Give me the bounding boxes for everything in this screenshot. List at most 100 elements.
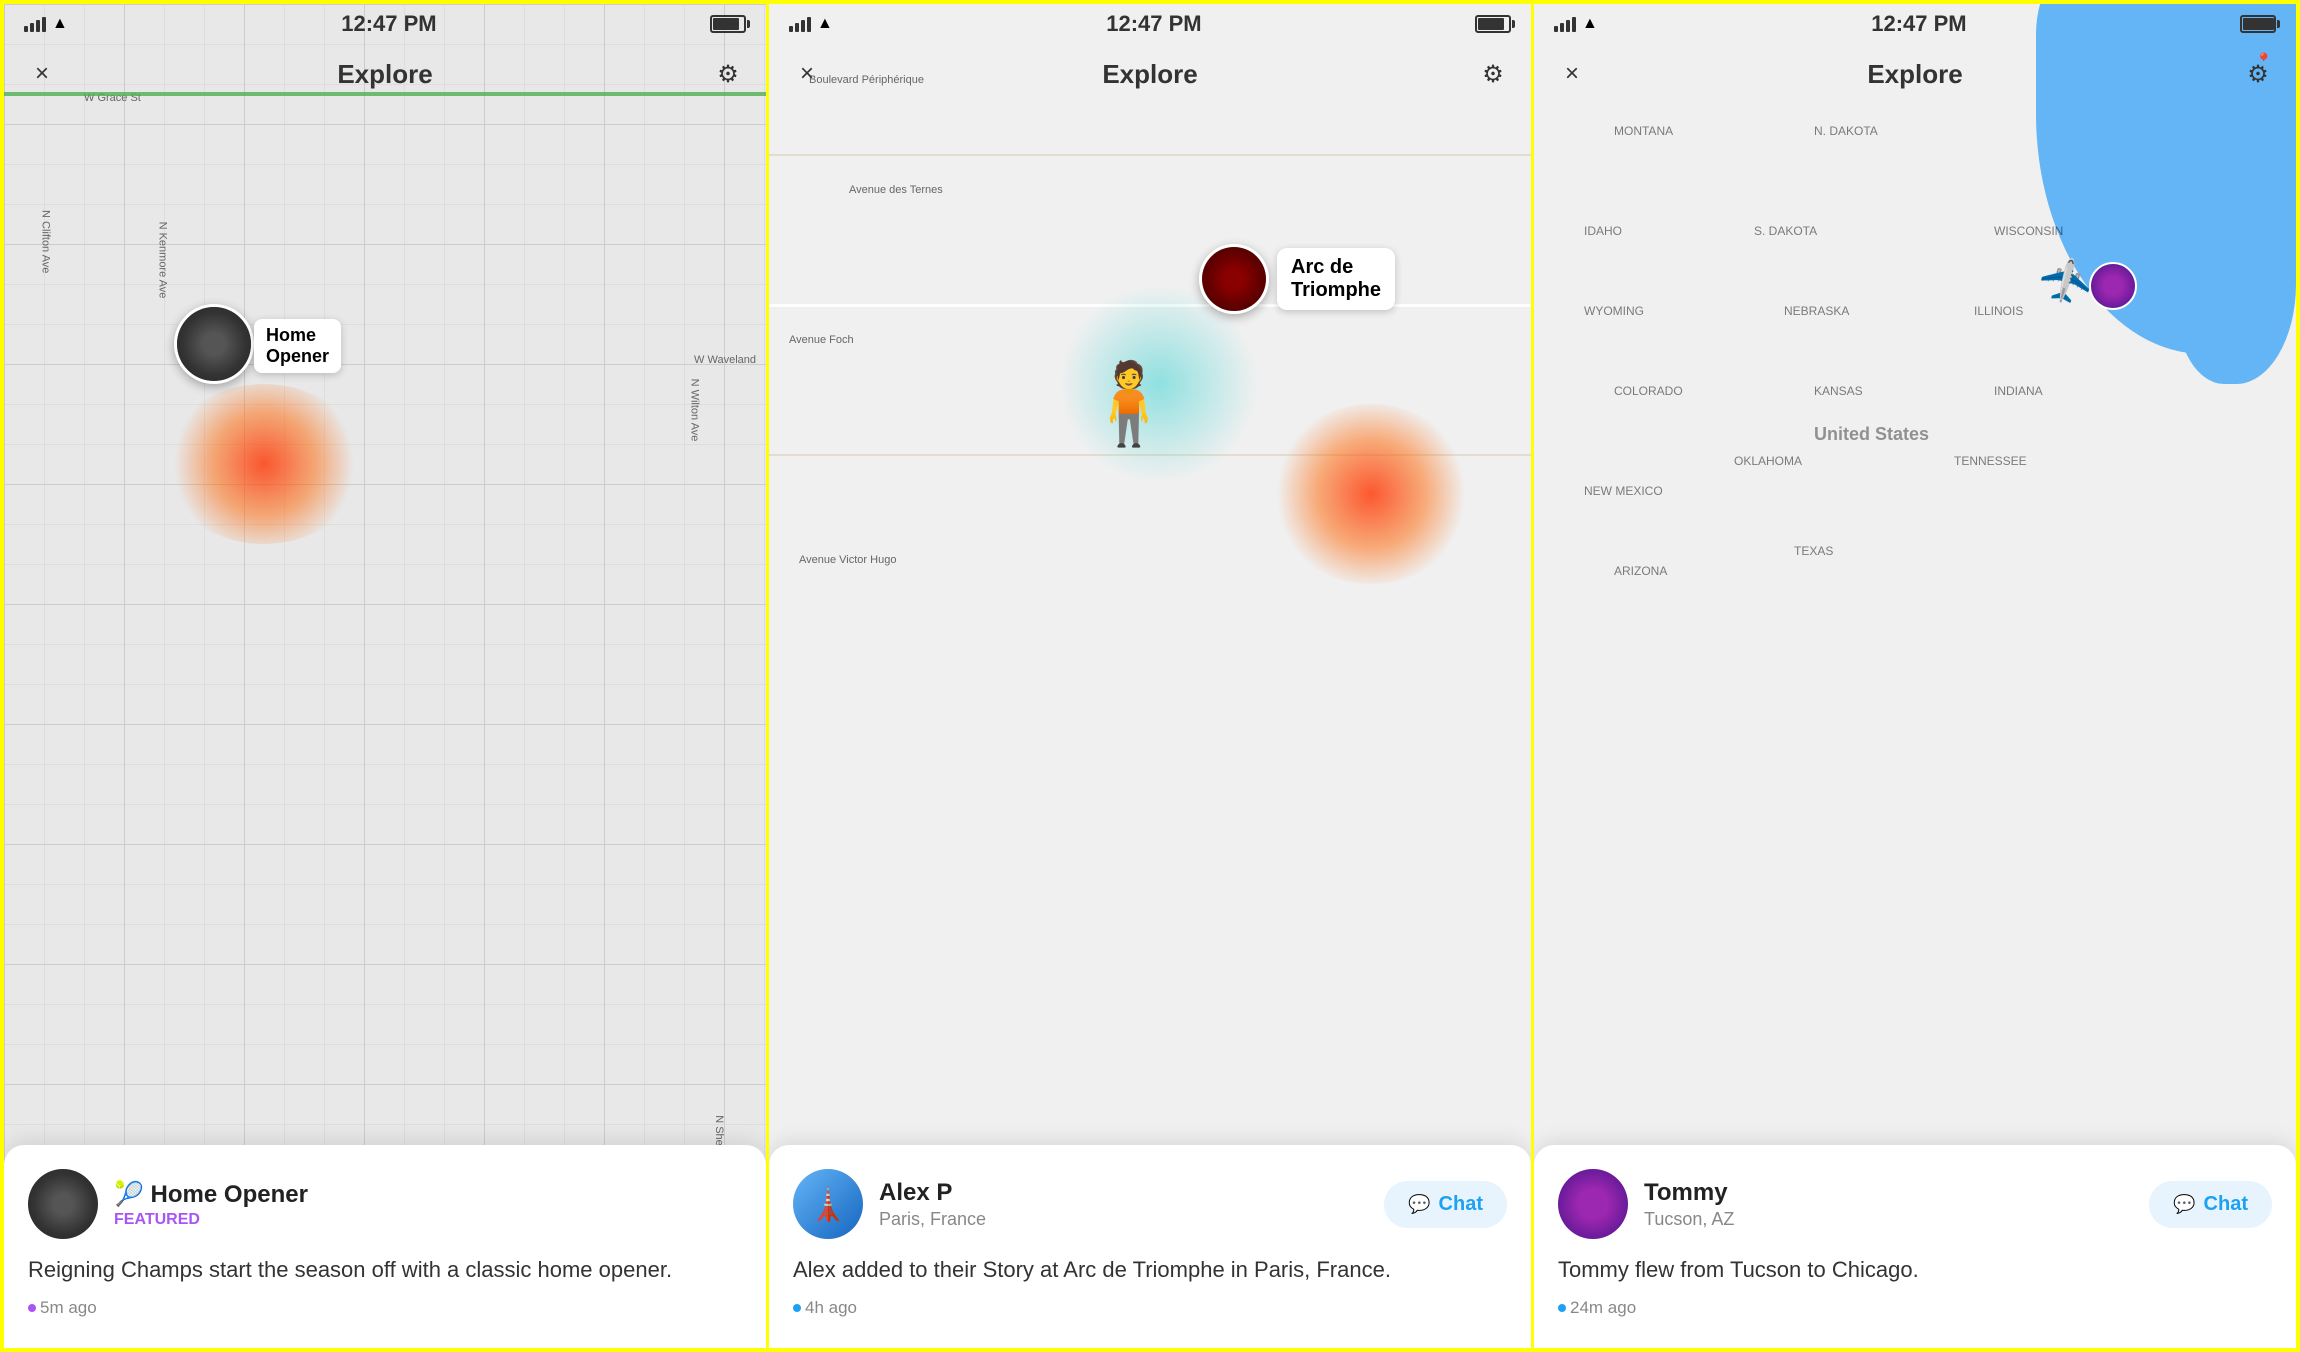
status-time-3: 12:47 PM [1871, 11, 1966, 37]
battery-fill-2 [1478, 18, 1504, 30]
wifi-icon-3: ▲ [1582, 15, 1598, 33]
explore-header-1: × Explore ⚙ [4, 44, 766, 104]
tennessee-label: TENNESSEE [1954, 454, 2027, 468]
bitmoji-character[interactable]: 🧍 [1079, 334, 1179, 474]
battery-fill-3 [2243, 18, 2274, 30]
card-time-1: 5m ago [28, 1298, 742, 1318]
street-label-wilton: N Wilton Ave [689, 379, 701, 442]
close-button-3[interactable]: × [1554, 56, 1590, 92]
paris-street-3: Avenue Foch [789, 334, 854, 346]
colorado-label: COLORADO [1614, 384, 1683, 398]
gear-icon-1: ⚙ [717, 60, 739, 89]
time-dot-3 [1558, 1304, 1566, 1312]
signal-bar-2-2 [795, 23, 799, 32]
road-horizontal-2 [769, 154, 1531, 156]
battery-2 [1475, 15, 1511, 33]
battery-fill-1 [713, 18, 739, 30]
wisconsin-label: WISCONSIN [1994, 224, 2063, 238]
card-name-2: Alex P [879, 1179, 1384, 1207]
signal-bar-2-3 [801, 20, 805, 32]
settings-button-3[interactable]: ⚙📍 [2240, 56, 2276, 92]
chat-button-2[interactable]: 💬 Chat [1384, 1181, 1507, 1228]
card-text-1: Reigning Champs start the season off wit… [28, 1255, 742, 1286]
signal-bar-1 [24, 26, 28, 32]
status-left-3: ▲ [1554, 15, 1598, 33]
texas-label: TEXAS [1794, 544, 1833, 558]
card-name-3: Tommy [1644, 1179, 2149, 1207]
close-button-1[interactable]: × [24, 56, 60, 92]
street-label-clifton: N Clifton Ave [40, 210, 52, 273]
idaho-label: IDAHO [1584, 224, 1622, 238]
card-avatar-1 [28, 1169, 98, 1239]
signal-bar-3-3 [1566, 20, 1570, 32]
paris-street-4: Avenue Victor Hugo [799, 554, 896, 566]
explore-header-2: × Explore ⚙ [769, 44, 1531, 104]
signal-bar-3 [36, 20, 40, 32]
card-text-3: Tommy flew from Tucson to Chicago. [1558, 1255, 2272, 1286]
explore-header-3: × Explore ⚙📍 [1534, 44, 2296, 104]
close-button-2[interactable]: × [789, 56, 825, 92]
settings-button-2[interactable]: ⚙ [1475, 56, 1511, 92]
wifi-icon-1: ▲ [52, 15, 68, 33]
time-dot-1 [28, 1304, 36, 1312]
status-right-1 [710, 15, 746, 33]
battery-1 [710, 15, 746, 33]
road-diag-1 [910, 145, 911, 146]
bottom-card-2: 🗼 Alex P Paris, France 💬 Chat Alex added… [769, 1145, 1531, 1348]
montana-label: MONTANA [1614, 124, 1673, 138]
heatmap-paris [1271, 404, 1471, 584]
signal-bar-3-2 [1560, 23, 1564, 32]
wyoming-label: WYOMING [1584, 304, 1644, 318]
signal-bar-2 [30, 23, 34, 32]
arc-pin-image [1199, 244, 1269, 314]
card-time-2: 4h ago [793, 1298, 1507, 1318]
explore-title-1: Explore [337, 59, 432, 90]
tommy-avatar-img [2091, 264, 2135, 308]
street-label-kenmore: N Kenmore Ave [156, 222, 168, 299]
chat-icon-3: 💬 [2173, 1194, 2195, 1215]
card-info-2: Alex P Paris, France [879, 1179, 1384, 1230]
illinois-label: ILLINOIS [1974, 304, 2023, 318]
card-info-3: Tommy Tucson, AZ [1644, 1179, 2149, 1230]
arizona-label: ARIZONA [1614, 564, 1667, 578]
signal-bar-3-4 [1572, 17, 1576, 32]
screen-3: MONTANA N. DAKOTA IDAHO S. DAKOTA WYOMIN… [1534, 4, 2296, 1348]
wifi-icon-2: ▲ [817, 15, 833, 33]
card-avatar-2: 🗼 [793, 1169, 863, 1239]
home-opener-pin[interactable]: Home Opener [174, 304, 341, 384]
nd-label: N. DAKOTA [1814, 124, 1878, 138]
signal-bars-3 [1554, 17, 1576, 32]
road-horizontal-1 [769, 304, 1531, 307]
card-text-2: Alex added to their Story at Arc de Trio… [793, 1255, 1507, 1286]
battery-3 [2240, 15, 2276, 33]
chat-button-3[interactable]: 💬 Chat [2149, 1181, 2272, 1228]
card-info-1: 🎾 Home Opener FEATURED [114, 1180, 742, 1229]
settings-button-1[interactable]: ⚙ [710, 56, 746, 92]
card-header-1: 🎾 Home Opener FEATURED [28, 1169, 742, 1239]
arc-pin[interactable]: Arc de Triomphe [1199, 244, 1395, 314]
signal-bar-2-4 [807, 17, 811, 32]
signal-bars-2 [789, 17, 811, 32]
oklahoma-label: OKLAHOMA [1734, 454, 1802, 468]
gear-location-icon-3: ⚙📍 [2247, 60, 2269, 89]
card-avatar-3 [1558, 1169, 1628, 1239]
status-bar-3: ▲ 12:47 PM [1534, 4, 2296, 44]
arc-pin-label: Arc de Triomphe [1277, 248, 1395, 310]
sd-label: S. DAKOTA [1754, 224, 1817, 238]
card-sub-3: Tucson, AZ [1644, 1209, 2149, 1230]
avatar-crowd [28, 1169, 98, 1239]
indiana-label: INDIANA [1994, 384, 2043, 398]
status-left-1: ▲ [24, 15, 68, 33]
nebraska-label: NEBRASKA [1784, 304, 1849, 318]
card-header-3: Tommy Tucson, AZ 💬 Chat [1558, 1169, 2272, 1239]
screen-1: W Grace St N Clifton Ave N Kenmore Ave N… [4, 4, 769, 1348]
paris-street-2: Avenue des Ternes [849, 184, 943, 196]
status-time-1: 12:47 PM [341, 11, 436, 37]
status-right-3 [2240, 15, 2276, 33]
heatmap-chicago [164, 384, 364, 544]
signal-bar-2-1 [789, 26, 793, 32]
street-label-waveland: W Waveland [694, 354, 756, 366]
chat-icon-2: 💬 [1408, 1194, 1430, 1215]
card-featured-1: FEATURED [114, 1211, 742, 1229]
nm-label: NEW MEXICO [1584, 484, 1663, 498]
